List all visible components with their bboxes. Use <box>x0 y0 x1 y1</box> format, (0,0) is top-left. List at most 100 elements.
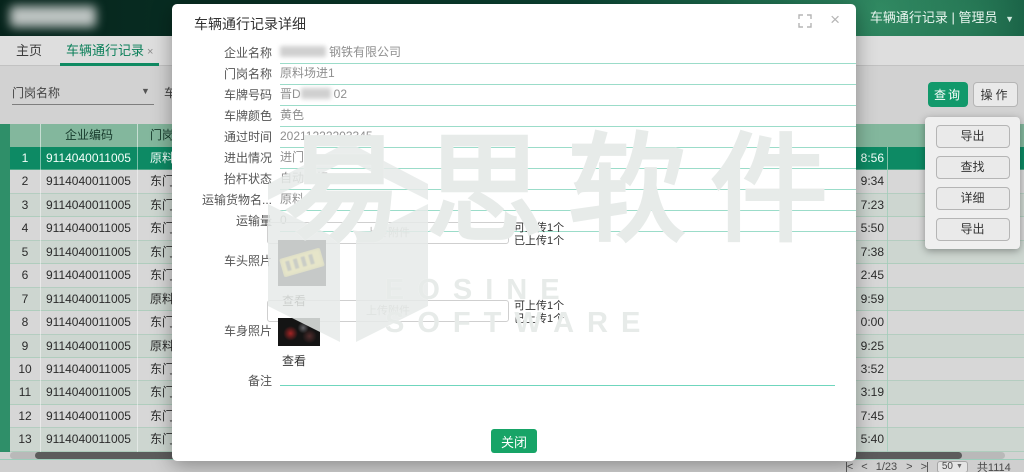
modal-title: 车辆通行记录详细 <box>194 14 306 34</box>
upload-note-head: 可上传1个 已上传1个 <box>514 222 604 248</box>
upload-done-count: 已上传1个 <box>514 235 604 248</box>
upload-box-label: 上传附件 <box>366 305 410 317</box>
enterprise-code-cell: 9114040011005 <box>40 170 137 193</box>
field-label: 进出情况 <box>194 149 272 167</box>
enterprise-code-cell: 9114040011005 <box>40 405 137 428</box>
detail-field-row: 车牌颜色黄色 <box>194 107 835 128</box>
operate-menu-item[interactable]: 详细 <box>936 187 1010 210</box>
modal-close-button[interactable]: 关闭 <box>491 429 537 453</box>
column-header-code: 企业编码 <box>40 124 137 147</box>
enterprise-code-cell: 9114040011005 <box>40 335 137 358</box>
table-left-strip <box>0 124 10 452</box>
redacted-text <box>301 88 331 99</box>
user-menu-label: 车辆通行记录 | 管理员 <box>870 10 998 25</box>
enterprise-code-cell: 9114040011005 <box>40 358 137 381</box>
field-label: 车牌号码 <box>194 86 272 104</box>
row-end-cell <box>887 288 1024 311</box>
field-value: 20211222203345 <box>280 128 856 148</box>
field-label: 抬杆状态 <box>194 170 272 188</box>
operate-menu-item[interactable]: 导出 <box>936 125 1010 148</box>
detail-field-row: 门岗名称原料场进1 <box>194 65 835 86</box>
vehicle-body-photo-thumbnail[interactable] <box>278 318 320 346</box>
row-end-cell <box>887 428 1024 451</box>
row-number-cell: 2 <box>10 170 40 193</box>
photo-body-label: 车身照片 <box>194 322 272 339</box>
detail-field-row: 车牌号码晋D02 <box>194 86 835 107</box>
license-plate-image <box>279 248 325 278</box>
row-number-cell: 4 <box>10 217 40 240</box>
record-detail-modal: 车辆通行记录详细 × 企业名称钢铁有限公司门岗名称原料场进1车牌号码晋D02车牌… <box>172 4 856 461</box>
enterprise-code-cell: 9114040011005 <box>40 217 137 240</box>
upload-box-label: 上传附件 <box>366 227 410 239</box>
upload-note-body: 可上传1个 已上传1个 <box>514 300 604 326</box>
row-number-cell: 3 <box>10 194 40 217</box>
field-label: 企业名称 <box>194 44 272 62</box>
total-count: 共1114 <box>977 459 1011 472</box>
tab-close-icon[interactable]: × <box>147 46 153 58</box>
note-label: 备注 <box>194 372 272 389</box>
close-icon[interactable]: × <box>830 10 840 30</box>
detail-field-row: 抬杆状态自动抬杆 <box>194 170 835 191</box>
view-body-photo-link[interactable]: 查看 <box>282 352 306 369</box>
enterprise-code-cell: 9114040011005 <box>40 147 137 170</box>
detail-field-row: 运输货物名...原料 <box>194 191 835 212</box>
vehicle-head-photo-thumbnail[interactable] <box>278 240 326 286</box>
page-indicator: 1/23 <box>876 461 897 472</box>
upload-can-count: 可上传1个 <box>514 300 604 313</box>
upload-done-count: 已上传1个 <box>514 313 604 326</box>
enterprise-code-cell: 9114040011005 <box>40 241 137 264</box>
tab-label: 车辆通行记录 <box>66 43 144 58</box>
row-number-cell: 10 <box>10 358 40 381</box>
row-number-cell: 7 <box>10 288 40 311</box>
enterprise-code-cell: 9114040011005 <box>40 264 137 287</box>
row-end-cell <box>887 264 1024 287</box>
gate-filter-select[interactable] <box>12 104 154 105</box>
chevron-down-icon: ▼ <box>956 463 963 470</box>
chevron-down-icon[interactable]: ▼ <box>141 86 150 96</box>
chevron-down-icon: ▼ <box>1005 14 1014 24</box>
row-number-cell: 11 <box>10 381 40 404</box>
operate-dropdown-menu: 导出查找详细导出 <box>925 117 1020 249</box>
row-number-cell: 1 <box>10 147 40 170</box>
row-end-cell <box>887 381 1024 404</box>
operate-button[interactable]: 操作 <box>973 82 1018 107</box>
enterprise-code-cell: 9114040011005 <box>40 311 137 334</box>
detail-field-row: 通过时间20211222203345 <box>194 128 835 149</box>
row-number-cell: 9 <box>10 335 40 358</box>
row-number-cell: 8 <box>10 311 40 334</box>
enterprise-code-cell: 9114040011005 <box>40 288 137 311</box>
tab-home[interactable]: 主页 <box>16 36 42 66</box>
row-number-cell: 12 <box>10 405 40 428</box>
field-label: 运输货物名... <box>194 191 272 209</box>
row-number-cell: 5 <box>10 241 40 264</box>
detail-field-row: 企业名称钢铁有限公司 <box>194 44 835 65</box>
detail-field-row: 进出情况进门 <box>194 149 835 170</box>
enterprise-code-cell: 9114040011005 <box>40 194 137 217</box>
next-page-button[interactable]: > <box>906 461 911 472</box>
operate-menu-item[interactable]: 查找 <box>936 156 1010 179</box>
query-button[interactable]: 查询 <box>928 82 968 107</box>
page-size-value: 50 <box>942 461 953 472</box>
row-end-cell <box>887 311 1024 334</box>
note-input[interactable] <box>280 385 835 386</box>
maximize-icon[interactable] <box>798 14 812 28</box>
field-value: 晋D02 <box>280 86 856 106</box>
first-page-button[interactable]: |< <box>845 461 852 472</box>
redacted-text <box>280 46 326 57</box>
field-value: 原料 <box>280 191 856 211</box>
row-end-cell <box>887 335 1024 358</box>
tab-vehicle-records[interactable]: 车辆通行记录× <box>60 36 159 66</box>
field-value: 原料场进1 <box>280 65 856 85</box>
field-label: 通过时间 <box>194 128 272 146</box>
page-size-select[interactable]: 50 ▼ <box>937 461 968 472</box>
row-end-cell <box>887 358 1024 381</box>
field-label: 车牌颜色 <box>194 107 272 125</box>
last-page-button[interactable]: >| <box>921 461 928 472</box>
user-menu[interactable]: 车辆通行记录 | 管理员 ▼ <box>870 0 1014 36</box>
operate-menu-item[interactable]: 导出 <box>936 218 1010 241</box>
row-number-cell: 6 <box>10 264 40 287</box>
field-label: 门岗名称 <box>194 65 272 83</box>
field-value: 自动抬杆 <box>280 170 856 190</box>
row-end-cell <box>887 405 1024 428</box>
prev-page-button[interactable]: < <box>861 461 866 472</box>
